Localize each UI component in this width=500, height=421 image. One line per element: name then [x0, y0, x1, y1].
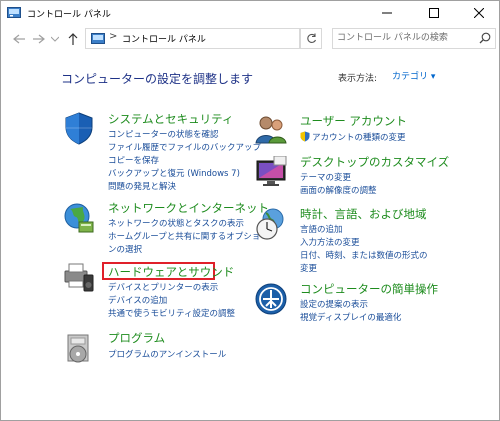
link-change-account-type[interactable]: アカウントの種類の変更	[312, 131, 406, 143]
user-accounts-icon	[255, 116, 287, 144]
ease-of-access-icon	[255, 283, 287, 315]
uac-shield-icon	[300, 131, 310, 142]
programs-disc-icon	[67, 334, 89, 363]
link-view-devices-printers[interactable]: デバイスとプリンターの表示	[108, 281, 218, 293]
view-by-label: 表示方法:	[338, 74, 378, 84]
search-box[interactable]	[332, 28, 496, 49]
link-check-computer-status[interactable]: コンピューターの状態を確認	[108, 128, 219, 140]
title-bar: コントロール パネル	[1, 1, 499, 25]
link-save-copy[interactable]: コピーを保存	[108, 154, 159, 166]
navigation-bar: > コントロール パネル	[1, 26, 499, 52]
link-homegroup-sharing-options[interactable]: ホームグループと共有に関するオプショ	[108, 230, 260, 242]
link-change-input-method[interactable]: 入力方法の変更	[300, 236, 360, 248]
link-uninstall-program[interactable]: プログラムのアンインストール	[108, 348, 226, 360]
minimize-button[interactable]	[367, 1, 407, 25]
search-input[interactable]	[337, 31, 471, 45]
search-icon[interactable]	[479, 32, 491, 44]
link-adjust-screen-resolution[interactable]: 画面の解像度の調整	[300, 184, 377, 196]
back-arrow-icon	[13, 34, 25, 44]
breadcrumb-separator[interactable]: >	[109, 31, 117, 42]
category-clock-language-region[interactable]: 時計、言語、および地域	[300, 206, 427, 222]
window-title: コントロール パネル	[27, 10, 111, 20]
address-bar[interactable]: > コントロール パネル	[85, 28, 342, 49]
forward-arrow-icon	[33, 34, 45, 44]
link-change-date-time-format-cont[interactable]: 変更	[300, 262, 317, 274]
category-user-accounts[interactable]: ユーザー アカウント	[300, 113, 407, 129]
recent-locations-button[interactable]	[50, 31, 60, 47]
chevron-down-icon	[51, 36, 59, 42]
link-file-history-backup[interactable]: ファイル履歴でファイルのバックアップ	[108, 141, 261, 153]
link-optimize-visual-display[interactable]: 視覚ディスプレイの最適化	[300, 311, 401, 323]
category-desktop-customization[interactable]: デスクトップのカスタマイズ	[300, 154, 449, 170]
link-adjust-mobility-settings[interactable]: 共通で使うモビリティ設定の調整	[108, 307, 235, 319]
up-arrow-icon	[68, 33, 78, 45]
control-panel-window: コントロール パネル > コントロール パネル コントロール パネルの検索 コン…	[0, 0, 500, 421]
control-panel-icon	[91, 33, 105, 44]
category-programs[interactable]: プログラム	[108, 330, 165, 346]
category-system-security[interactable]: システムとセキュリティ	[108, 111, 233, 127]
close-icon	[474, 8, 484, 18]
link-change-theme[interactable]: テーマの変更	[300, 171, 351, 183]
link-homegroup-sharing-options-cont[interactable]: ンの選択	[108, 243, 142, 255]
security-shield-icon	[65, 112, 93, 145]
refresh-button[interactable]	[300, 28, 322, 49]
link-backup-restore-win7[interactable]: バックアップと復元 (Windows 7)	[108, 167, 240, 179]
maximize-icon	[429, 8, 439, 18]
link-add-device[interactable]: デバイスの追加	[108, 294, 167, 306]
category-network-internet[interactable]: ネットワークとインターネット	[108, 200, 269, 216]
link-find-fix-problems[interactable]: 問題の発見と解決	[108, 180, 176, 192]
page-heading: コンピューターの設定を調整します	[61, 72, 254, 86]
category-ease-of-access[interactable]: コンピューターの簡単操作	[300, 281, 438, 297]
forward-button[interactable]	[31, 31, 47, 47]
refresh-icon	[306, 33, 316, 43]
up-button[interactable]	[65, 31, 81, 47]
link-add-language[interactable]: 言語の追加	[300, 223, 343, 235]
printer-speaker-icon	[64, 263, 94, 292]
link-change-date-time-format[interactable]: 日付、時刻、または数値の形式の	[300, 249, 428, 261]
category-hardware-sound[interactable]: ハードウェアとサウンド	[108, 264, 234, 280]
desktop-customization-icon	[256, 156, 287, 186]
clock-globe-icon	[256, 208, 284, 240]
link-view-recommended-settings[interactable]: 設定の提案の表示	[300, 298, 368, 310]
minimize-icon	[382, 12, 392, 14]
maximize-button[interactable]	[414, 1, 454, 25]
link-network-status-tasks[interactable]: ネットワークの状態とタスクの表示	[108, 217, 244, 229]
back-button[interactable]	[11, 31, 27, 47]
control-panel-icon	[7, 7, 21, 18]
close-button[interactable]	[459, 1, 499, 25]
view-by-select[interactable]: カテゴリ ▾	[392, 69, 435, 82]
network-globe-icon	[64, 203, 94, 233]
breadcrumb-control-panel[interactable]: コントロール パネル	[122, 32, 206, 45]
